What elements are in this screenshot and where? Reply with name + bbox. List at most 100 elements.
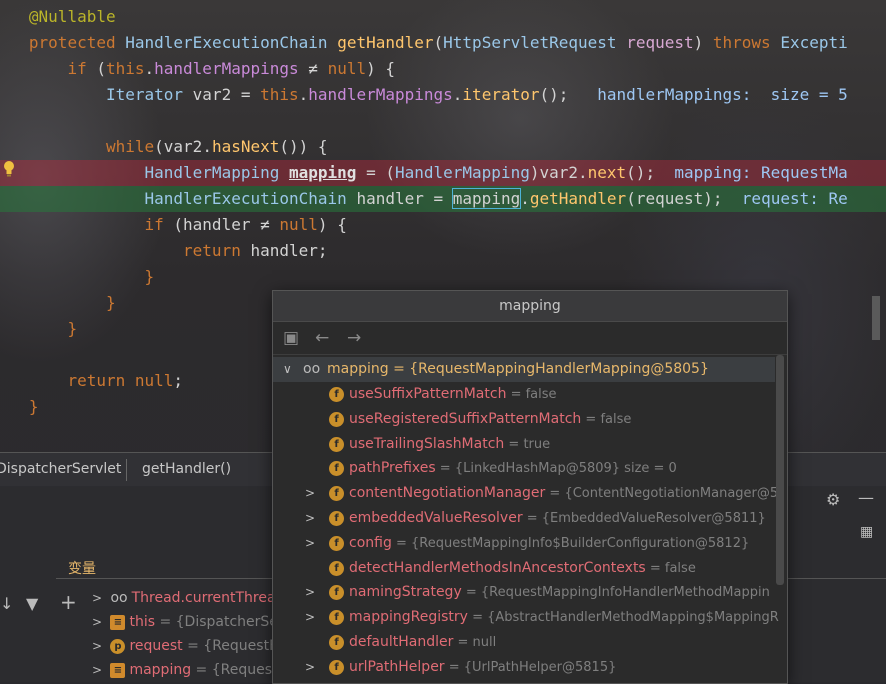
field-icon: f <box>329 387 344 402</box>
tree-row[interactable]: f pathPrefixes = {LinkedHashMap@5809} siz… <box>273 456 775 481</box>
field-value: = {RequestMappingInfo$BuilderConfigurati… <box>391 535 750 551</box>
code-line-9: if (handler ≠ null) { <box>144 215 347 234</box>
variables-title: 变量 <box>68 561 96 577</box>
field-name: useRegisteredSuffixPatternMatch <box>349 410 582 427</box>
gear-icon[interactable]: ⚙ <box>826 490 840 509</box>
add-watch-icon[interactable]: + <box>60 590 77 614</box>
tree-row[interactable]: f useSuffixPatternMatch = false <box>273 382 775 407</box>
field-name: contentNegotiationManager <box>349 485 546 502</box>
field-icon: f <box>329 436 344 452</box>
field-icon: f <box>329 560 344 576</box>
chevron-right-icon[interactable]: > <box>305 531 315 556</box>
inline-debug-hint: handlerMappings: size = 5 <box>597 85 848 104</box>
list-icon: ≡ <box>110 614 126 630</box>
field-icon: f <box>329 610 344 626</box>
tree-row[interactable]: > f embeddedValueResolver = {EmbeddedValue… <box>273 506 775 531</box>
variable-row[interactable]: > p request = {RequestF <box>92 634 277 658</box>
tree-row[interactable]: f useRegisteredSuffixPatternMatch = false <box>273 407 775 432</box>
tree-row[interactable]: > f namingStrategy = {RequestMappingInfoHa… <box>273 580 775 605</box>
field-name: pathPrefixes <box>349 460 436 477</box>
chevron-right-icon[interactable]: > <box>305 605 315 630</box>
field-name: detectHandlerMethodsInAncestorContexts <box>349 559 646 576</box>
chevron-down-icon[interactable]: ∨ <box>283 357 292 382</box>
field-value: = {UrlPathHelper@5815} <box>444 659 617 675</box>
mapping-hover-target[interactable]: mapping <box>451 188 522 209</box>
variable-row[interactable]: > oo Thread.currentThrea <box>92 586 276 610</box>
field-name: embeddedValueResolver <box>349 510 523 526</box>
field-value: = {RequestMappingInfoHandlerMethodMappin <box>461 585 770 601</box>
tree-row[interactable]: > f mappingRegistry = {AbstractHandlerMeth… <box>273 605 779 630</box>
chevron-right-icon[interactable]: > <box>92 634 106 658</box>
field-icon: f <box>329 511 344 526</box>
code-line-4: Iterator var2 = this.handlerMappings.ite… <box>105 85 848 104</box>
code-line-10: return handler; <box>183 241 328 260</box>
lightbulb-icon[interactable] <box>2 160 16 178</box>
code-line-8-execution: HandlerExecutionChain handler = mapping.… <box>0 186 886 212</box>
field-value: = false <box>581 411 632 427</box>
tree-row[interactable]: > f config = {RequestMappingInfo$BuilderCo… <box>273 531 775 556</box>
chevron-right-icon[interactable]: > <box>92 610 106 634</box>
field-name: config <box>349 534 392 551</box>
code-line-6: while(var2.hasNext()) { <box>105 137 328 156</box>
field-name: useSuffixPatternMatch <box>349 386 507 402</box>
field-name: defaultHandler <box>349 634 454 650</box>
code-line-7-breakpoint: HandlerMapping mapping = (HandlerMapping… <box>0 160 886 186</box>
field-icon: f <box>329 486 344 502</box>
folder-icon[interactable]: ▣ <box>283 328 299 348</box>
code-line-1: @Nullable <box>28 7 116 26</box>
field-value: = {AbstractHandlerMethodMapping$MappingR <box>467 610 779 626</box>
tree-row[interactable]: f detectHandlerMethodsInAncestorContexts … <box>273 556 775 581</box>
chevron-right-icon[interactable]: > <box>92 586 106 610</box>
field-value: = null <box>453 635 497 650</box>
field-value: = {EmbeddedValueResolver@5811} <box>522 511 766 526</box>
field-value: = false <box>645 560 696 576</box>
layout-icon[interactable]: ▦ <box>860 524 873 540</box>
tree-row[interactable]: > f urlPathHelper = {UrlPathHelper@5815} <box>273 655 775 680</box>
tab-dispatcher-servlet[interactable]: DispatcherServlet <box>0 461 121 477</box>
tree-row[interactable]: > f contentNegotiationManager = {ContentNe… <box>273 481 779 506</box>
code-line-2: protected HandlerExecutionChain getHandl… <box>28 33 848 52</box>
tree-row[interactable]: f defaultHandler = null <box>273 630 775 655</box>
filter-icon[interactable]: ▼ <box>26 594 38 613</box>
field-icon: f <box>329 659 344 675</box>
popup-tree: ∨ oo mapping = {RequestMappingHandlerMap… <box>273 355 779 683</box>
minimize-icon[interactable]: — <box>858 488 874 507</box>
code-line-11: } <box>144 267 155 286</box>
tree-root-row[interactable]: ∨ oo mapping = {RequestMappingHandlerMap… <box>273 357 775 382</box>
chevron-right-icon[interactable]: > <box>305 655 315 680</box>
editor-scrollbar[interactable] <box>872 296 880 340</box>
inline-debug-hint: request: Re <box>741 189 848 208</box>
popup-toolbar: ▣ ← → <box>273 322 787 355</box>
tree-row[interactable]: f useTrailingSlashMatch = true <box>273 432 775 457</box>
field-name: namingStrategy <box>349 584 462 601</box>
watch-icon: oo <box>110 590 128 606</box>
chevron-right-icon[interactable]: > <box>305 481 315 506</box>
variable-row[interactable]: > ≡ this = {DispatcherSe <box>92 610 278 634</box>
field-value: = {ContentNegotiationManager@5 <box>545 486 779 502</box>
code-line-3: if (this.handlerMappings ≠ null) { <box>67 59 395 78</box>
forward-arrow-icon[interactable]: → <box>347 328 361 348</box>
chevron-right-icon[interactable]: > <box>92 658 106 682</box>
inline-debug-hint: mapping: RequestMa <box>674 163 848 182</box>
arrow-down-icon[interactable]: ↓ <box>0 594 13 613</box>
back-arrow-icon[interactable]: ← <box>315 328 329 348</box>
field-name: useTrailingSlashMatch <box>349 435 505 452</box>
variable-row[interactable]: > ≡ mapping = {Reques <box>92 658 272 682</box>
tab-gethandler[interactable]: getHandler() <box>142 461 231 477</box>
field-icon: f <box>329 411 344 427</box>
field-icon: f <box>329 635 344 650</box>
list-icon: ≡ <box>110 662 126 678</box>
field-value: = true <box>504 436 551 452</box>
field-name: urlPathHelper <box>349 658 445 675</box>
field-name: mappingRegistry <box>349 609 468 626</box>
chevron-right-icon[interactable]: > <box>305 506 315 531</box>
field-value: = {LinkedHashMap@5809} size = 0 <box>435 461 677 477</box>
chevron-right-icon[interactable]: > <box>305 580 315 605</box>
watch-icon: oo <box>303 361 321 377</box>
field-icon: f <box>329 535 344 551</box>
field-icon: f <box>329 585 344 601</box>
parameter-icon: p <box>110 638 126 654</box>
field-value: = false <box>506 387 557 402</box>
popup-scrollbar[interactable] <box>776 355 784 585</box>
variable-inspect-popup[interactable]: mapping ▣ ← → ∨ oo mapping = {RequestMap… <box>272 290 788 684</box>
